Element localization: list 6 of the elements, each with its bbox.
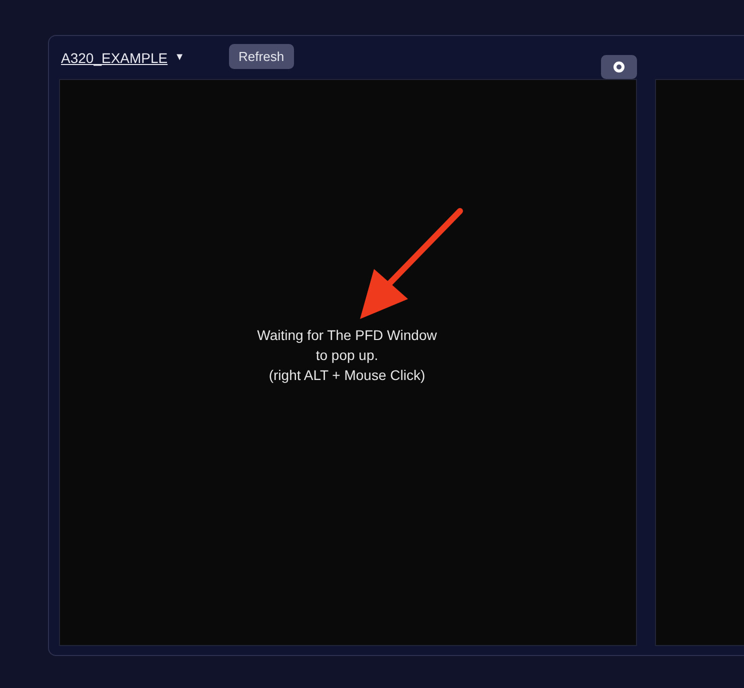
aircraft-selector[interactable]: A320_EXAMPLE	[61, 50, 168, 66]
refresh-button[interactable]: Refresh	[228, 44, 294, 68]
caret-icon[interactable]: ▼	[174, 52, 185, 63]
circle-icon	[613, 60, 625, 72]
toggle-button[interactable]	[601, 54, 637, 78]
waiting-message: Waiting for The PFD Window to pop up. (right ALT + Mouse Click)	[257, 326, 437, 384]
